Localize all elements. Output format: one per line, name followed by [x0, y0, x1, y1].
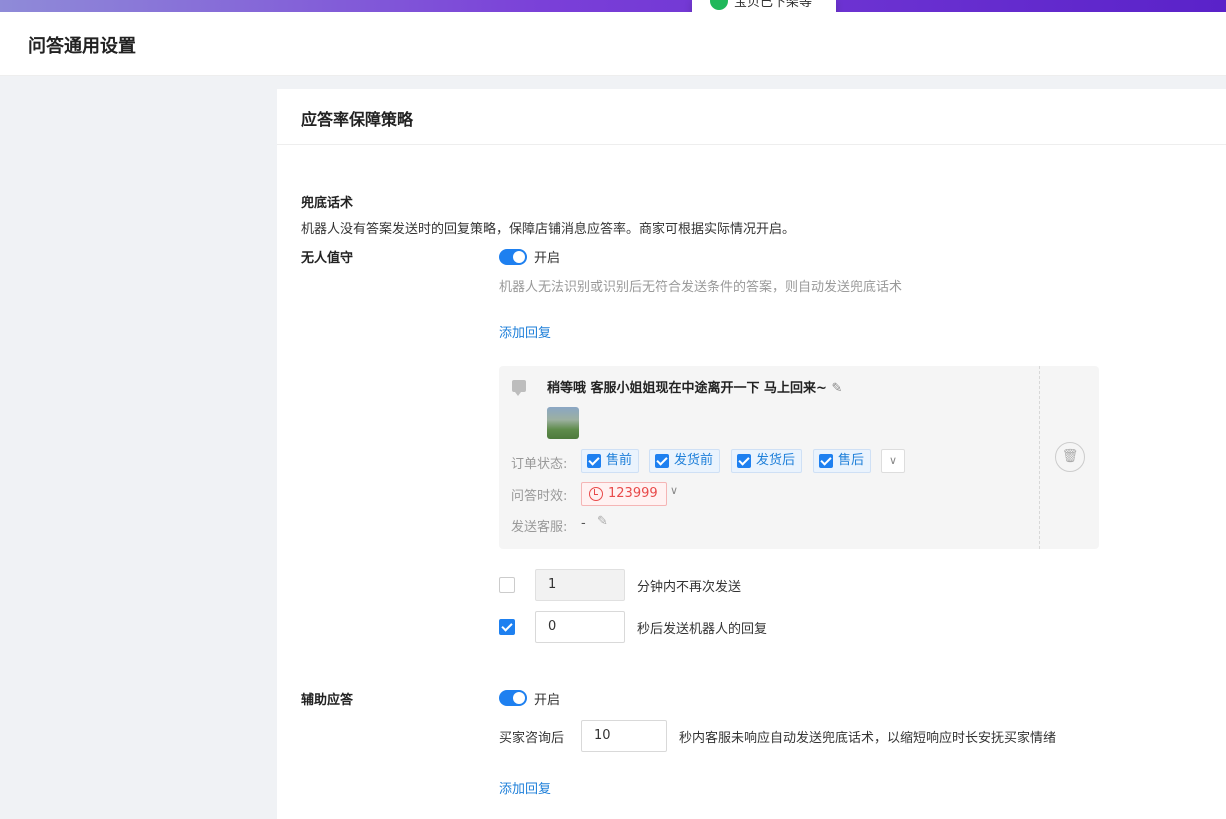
no-resend-minutes-input[interactable]: 1 [535, 569, 625, 601]
section-title: 兜底话术 [301, 196, 354, 211]
checkbox-checked-icon [819, 454, 833, 468]
unattended-hint: 机器人无法识别或识别后无符合发送条件的答案，则自动发送兜底话术 [499, 280, 903, 295]
delay-seconds-input[interactable]: 0 [535, 611, 625, 643]
reply-text: 稍等哦 客服小姐姐现在中途离开一下 马上回来~ ✎ [547, 377, 842, 396]
divider [1039, 366, 1040, 549]
chevron-down-icon[interactable]: ∨ [881, 449, 905, 473]
delay-send-checkbox[interactable] [499, 619, 515, 635]
reply-text-content: 稍等哦 客服小姐姐现在中途离开一下 马上回来~ [547, 381, 827, 396]
time-value-tag[interactable]: 123999 [581, 482, 667, 506]
add-reply-link[interactable]: 添加回复 [499, 778, 551, 797]
time-label: 问答时效: [511, 489, 568, 504]
section-description: 机器人没有答案发送时的回复策略，保障店铺消息应答率。商家可根据实际情况开启。 [301, 222, 796, 237]
page-title: 问答通用设置 [28, 36, 136, 57]
order-status-tag-aftersale[interactable]: 售后 [813, 449, 872, 473]
unattended-switch[interactable] [499, 249, 527, 265]
agent-value: - [581, 516, 586, 531]
order-status-tag-presale[interactable]: 售前 [581, 449, 640, 473]
settings-card: 应答率保障策略 兜底话术 机器人没有答案发送时的回复策略，保障店铺消息应答率。商… [277, 89, 1226, 819]
order-status-tag-before-ship[interactable]: 发货前 [649, 449, 721, 473]
reply-image-thumbnail[interactable] [547, 407, 579, 439]
assist-label: 辅助应答 [301, 693, 354, 708]
no-resend-suffix: 分钟内不再次发送 [637, 580, 742, 595]
reply-card: 稍等哦 客服小姐姐现在中途离开一下 马上回来~ ✎ 订单状态: 售前 发货前 发… [499, 366, 1099, 549]
clock-icon [589, 487, 603, 501]
card-title: 应答率保障策略 [301, 110, 414, 129]
assist-seconds-input[interactable]: 10 [581, 720, 667, 752]
unattended-switch-label: 开启 [534, 251, 561, 266]
divider [277, 144, 1226, 145]
success-icon [710, 0, 728, 10]
left-panel [0, 76, 277, 819]
checkbox-checked-icon [587, 454, 601, 468]
chat-bubble-icon [512, 380, 526, 396]
assist-switch[interactable] [499, 690, 527, 706]
trash-icon[interactable]: 🗑 [1055, 442, 1085, 472]
add-reply-link[interactable]: 添加回复 [499, 322, 551, 341]
checkbox-checked-icon [737, 454, 751, 468]
page-header: 问答通用设置 [0, 12, 1226, 76]
agent-label: 发送客服: [511, 520, 568, 535]
assist-switch-label: 开启 [534, 693, 561, 708]
edit-pencil-icon[interactable]: ✎ [831, 381, 842, 396]
notification-text: 宝贝已下架等 [734, 0, 813, 10]
order-status-tag-after-ship[interactable]: 发货后 [731, 449, 803, 473]
assist-suffix: 秒内客服未响应自动发送兜底话术，以缩短响应时长安抚买家情绪 [679, 731, 1057, 746]
assist-prefix: 买家咨询后 [499, 731, 565, 746]
no-resend-checkbox[interactable] [499, 577, 515, 593]
edit-pencil-icon[interactable]: ✎ [597, 514, 608, 529]
top-gradient-bar [0, 0, 1226, 12]
checkbox-checked-icon [655, 454, 669, 468]
unattended-label: 无人值守 [301, 251, 354, 266]
delay-suffix: 秒后发送机器人的回复 [637, 622, 768, 637]
chevron-down-icon[interactable]: ∨ [670, 484, 678, 497]
order-status-label: 订单状态: [511, 457, 568, 472]
